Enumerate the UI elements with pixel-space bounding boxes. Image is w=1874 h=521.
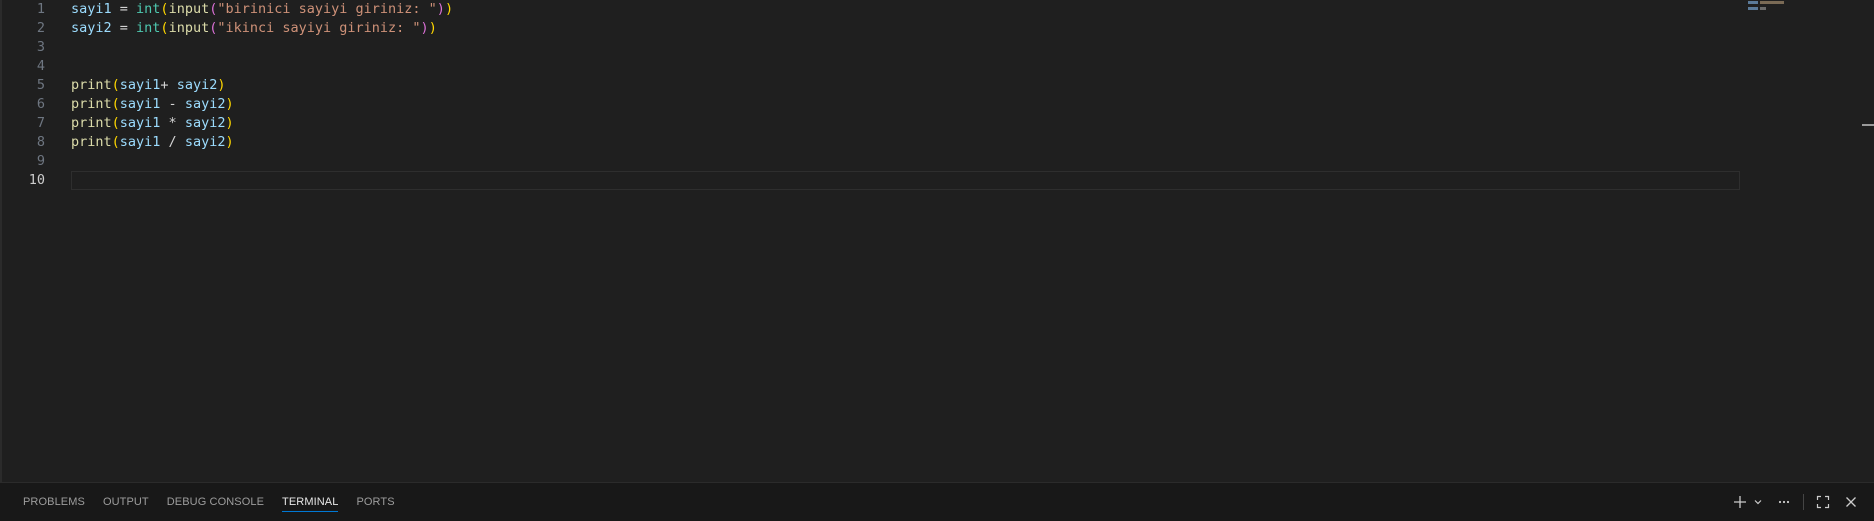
code-token: ) bbox=[225, 115, 234, 131]
line-number: 1 bbox=[36, 1, 45, 17]
close-icon[interactable] bbox=[1840, 491, 1862, 513]
code-token: = bbox=[111, 1, 137, 17]
code-token: input bbox=[168, 1, 210, 17]
code-token: int bbox=[136, 1, 161, 17]
code-token: sayi2 bbox=[71, 20, 112, 36]
toolbar-separator bbox=[1803, 494, 1804, 510]
code-token: ) bbox=[436, 1, 445, 17]
code-token: - bbox=[160, 96, 185, 112]
code-token: sayi1 bbox=[119, 96, 161, 112]
line-number: 9 bbox=[36, 153, 45, 169]
code-token: print bbox=[71, 96, 112, 112]
bottom-panel: PROBLEMS OUTPUT DEBUG CONSOLE TERMINAL PORTS bbox=[0, 482, 1874, 521]
code-token: ( bbox=[160, 1, 169, 17]
line-code: print(sayi1 - sayi2) bbox=[71, 95, 234, 114]
chevron-down-icon[interactable] bbox=[1751, 491, 1765, 513]
line-code: print(sayi1 / sayi2) bbox=[71, 133, 234, 152]
code-token: sayi1 bbox=[119, 77, 161, 93]
code-lines[interactable]: 1 sayi1 = int(input("birinici sayiyi giri… bbox=[0, 0, 1740, 190]
tab-ports[interactable]: PORTS bbox=[347, 483, 403, 521]
code-token: ( bbox=[160, 20, 169, 36]
code-line[interactable]: 10 bbox=[0, 171, 1740, 190]
code-line[interactable]: 2 sayi2 = int(input("ikinci sayiyi girini… bbox=[0, 19, 1740, 38]
code-token: print bbox=[71, 134, 112, 150]
tab-debug-console[interactable]: DEBUG CONSOLE bbox=[158, 483, 273, 521]
ellipsis-icon[interactable] bbox=[1773, 491, 1795, 513]
code-token: sayi1 bbox=[119, 115, 161, 131]
code-token: = bbox=[111, 20, 137, 36]
code-token: ( bbox=[111, 77, 120, 93]
line-code: print(sayi1 * sayi2) bbox=[71, 114, 234, 133]
code-token: ) bbox=[225, 134, 234, 150]
code-token: ( bbox=[111, 134, 120, 150]
code-token: sayi1 bbox=[71, 1, 112, 17]
code-token: ( bbox=[111, 115, 120, 131]
line-number: 5 bbox=[36, 77, 45, 93]
line-code: sayi2 = int(input("ikinci sayiyi giriniz… bbox=[71, 19, 437, 38]
code-token: input bbox=[168, 20, 210, 36]
minimap-line bbox=[1760, 7, 1766, 10]
code-token: + bbox=[160, 77, 177, 93]
code-token: sayi2 bbox=[176, 77, 218, 93]
code-token: ) bbox=[428, 20, 437, 36]
line-code: sayi1 = int(input("birinici sayiyi girin… bbox=[71, 0, 453, 19]
code-line[interactable]: 9 bbox=[0, 152, 1740, 171]
code-token: ) bbox=[217, 77, 226, 93]
minimap-line bbox=[1760, 1, 1784, 4]
code-line[interactable]: 3 bbox=[0, 38, 1740, 57]
minimap[interactable] bbox=[1748, 0, 1858, 482]
code-token: sayi2 bbox=[184, 134, 226, 150]
code-token: "birinici sayiyi giriniz: " bbox=[217, 1, 437, 17]
code-token: print bbox=[71, 77, 112, 93]
code-token: sayi2 bbox=[184, 115, 226, 131]
code-token: "ikinci sayiyi giriniz: " bbox=[217, 20, 421, 36]
line-number: 2 bbox=[36, 20, 45, 36]
minimap-line bbox=[1748, 7, 1758, 10]
line-code: print(sayi1+ sayi2) bbox=[71, 76, 225, 95]
code-line[interactable]: 4 bbox=[0, 57, 1740, 76]
maximize-icon[interactable] bbox=[1812, 491, 1834, 513]
line-number: 10 bbox=[28, 172, 45, 188]
plus-icon[interactable] bbox=[1729, 491, 1751, 513]
code-token: print bbox=[71, 115, 112, 131]
code-token: sayi2 bbox=[184, 96, 226, 112]
code-token: * bbox=[160, 115, 185, 131]
tab-terminal[interactable]: TERMINAL bbox=[273, 483, 347, 521]
code-line[interactable]: 5 print(sayi1+ sayi2) bbox=[0, 76, 1740, 95]
code-line[interactable]: 6 print(sayi1 - sayi2) bbox=[0, 95, 1740, 114]
line-number: 6 bbox=[36, 96, 45, 112]
code-token: int bbox=[136, 20, 161, 36]
code-token: ) bbox=[420, 20, 429, 36]
tab-output[interactable]: OUTPUT bbox=[94, 483, 158, 521]
code-token: ) bbox=[225, 96, 234, 112]
panel-tabs: PROBLEMS OUTPUT DEBUG CONSOLE TERMINAL PORTS bbox=[14, 483, 404, 521]
tab-problems[interactable]: PROBLEMS bbox=[14, 483, 94, 521]
code-token: sayi1 bbox=[119, 134, 161, 150]
code-token: ) bbox=[444, 1, 454, 17]
code-line[interactable]: 8 print(sayi1 / sayi2) bbox=[0, 133, 1740, 152]
code-line[interactable]: 7 print(sayi1 * sayi2) bbox=[0, 114, 1740, 133]
line-number: 3 bbox=[36, 39, 45, 55]
panel-actions bbox=[1729, 483, 1862, 521]
code-line[interactable]: 1 sayi1 = int(input("birinici sayiyi giri… bbox=[0, 0, 1740, 19]
line-number: 4 bbox=[36, 58, 45, 74]
code-token: / bbox=[160, 134, 185, 150]
line-number: 8 bbox=[36, 134, 45, 150]
scrollbar-marker[interactable] bbox=[1862, 124, 1874, 126]
code-token: ( bbox=[111, 96, 120, 112]
minimap-line bbox=[1748, 1, 1758, 4]
line-number: 7 bbox=[36, 115, 45, 131]
code-editor[interactable]: 1 sayi1 = int(input("birinici sayiyi giri… bbox=[0, 0, 1874, 482]
